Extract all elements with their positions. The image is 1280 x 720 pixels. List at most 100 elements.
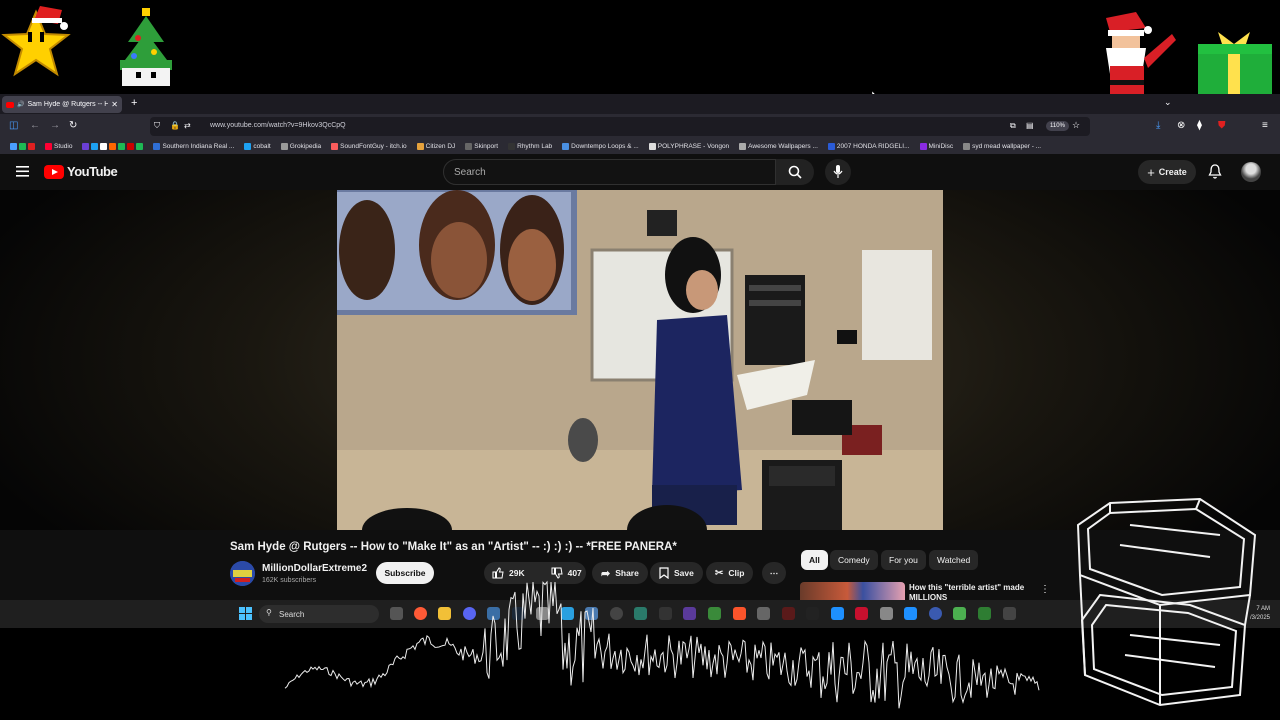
task-view-icon[interactable] xyxy=(390,607,403,620)
file-explorer-icon[interactable] xyxy=(438,607,451,620)
browser-tab[interactable]: 🔊 Sam Hyde @ Rutgers -- Ho ✕ xyxy=(2,96,122,113)
channel-name[interactable]: MillionDollarExtreme2 xyxy=(262,563,367,574)
zoom-level[interactable]: 110% xyxy=(1046,121,1069,131)
subscriber-count: 162K subscribers xyxy=(262,577,317,584)
chevron-down-icon[interactable]: ⌄ xyxy=(1164,97,1172,108)
close-tab-icon[interactable]: ✕ xyxy=(111,100,118,109)
bookmark-icons[interactable] xyxy=(78,143,147,150)
translate-icon[interactable]: ⧉ xyxy=(1010,121,1016,131)
forward-icon[interactable]: → xyxy=(50,120,60,131)
search-icon: ⚲ xyxy=(266,608,272,617)
voice-search-button[interactable] xyxy=(825,159,851,185)
thumbs-up-icon xyxy=(492,567,504,579)
bookmark-item[interactable]: Awesome Wallpapers ... xyxy=(735,143,822,150)
back-icon[interactable]: ← xyxy=(30,120,40,131)
chip-watched[interactable]: Watched xyxy=(929,550,979,570)
chip-comedy[interactable]: Comedy xyxy=(830,550,878,570)
taskbar-search[interactable]: ⚲ Search xyxy=(259,605,379,623)
app-icon[interactable] xyxy=(855,607,868,620)
app-icon[interactable] xyxy=(831,607,844,620)
app-icon[interactable] xyxy=(708,607,721,620)
app-icon[interactable] xyxy=(978,607,991,620)
new-tab-button[interactable]: + xyxy=(131,97,137,109)
bookmark-item[interactable]: Rhythm Lab xyxy=(504,143,556,150)
app-icon[interactable] xyxy=(1003,607,1016,620)
bookmark-item[interactable]: Skinport xyxy=(461,143,502,150)
app-icon[interactable] xyxy=(880,607,893,620)
app-icon[interactable] xyxy=(904,607,917,620)
shield-icon[interactable]: ⛉ xyxy=(154,121,160,131)
app-icon[interactable] xyxy=(929,607,942,620)
bookmark-item[interactable]: MiniDisc xyxy=(916,143,958,150)
app-icon[interactable] xyxy=(610,607,623,620)
subscribe-button[interactable]: Subscribe xyxy=(376,562,434,584)
brave-icon[interactable] xyxy=(733,607,746,620)
like-button[interactable]: 29K xyxy=(484,562,533,584)
firefox-icon[interactable] xyxy=(414,607,427,620)
user-avatar[interactable] xyxy=(1241,162,1261,182)
bookmark-icons[interactable] xyxy=(6,143,39,150)
search-input[interactable]: Search xyxy=(443,159,776,185)
share-button[interactable]: ➦ Share xyxy=(592,562,648,584)
app-icon[interactable] xyxy=(536,607,549,620)
bookmark-item[interactable]: Studio xyxy=(41,143,76,150)
hamburger-menu-icon[interactable] xyxy=(16,166,29,177)
youtube-logo[interactable]: YouTube xyxy=(44,164,118,179)
app-icon[interactable] xyxy=(782,607,795,620)
reader-view-icon[interactable]: ▤ xyxy=(1026,121,1034,130)
channel-avatar[interactable] xyxy=(230,561,255,586)
bookmark-item[interactable]: cobalt xyxy=(240,143,274,150)
chip-for-you[interactable]: For you xyxy=(881,550,926,570)
permissions-icon[interactable]: ⇄ xyxy=(184,121,191,130)
clip-button[interactable]: ✂ Clip xyxy=(706,562,754,584)
discord-icon[interactable] xyxy=(463,607,476,620)
bookmark-item[interactable]: syd mead wallpaper - ... xyxy=(959,143,1045,150)
bookmark-item[interactable]: 2007 HONDA RIDGELI... xyxy=(824,143,914,150)
app-icon[interactable] xyxy=(757,607,770,620)
notifications-bell-icon[interactable] xyxy=(1208,164,1222,180)
chip-all[interactable]: All xyxy=(801,550,828,570)
lock-icon[interactable]: 🔒 xyxy=(170,121,180,130)
app-icon[interactable] xyxy=(953,607,966,620)
app-icon[interactable] xyxy=(659,607,672,620)
scissors-icon: ✂ xyxy=(715,567,724,579)
ublock-icon[interactable]: ⛊ xyxy=(1218,120,1226,131)
bookmark-item[interactable]: Southern Indiana Real ... xyxy=(149,143,238,150)
youtube-header: YouTube Search + Create xyxy=(0,154,1280,190)
dislike-button[interactable]: 407 xyxy=(543,562,590,584)
search-placeholder: Search xyxy=(454,167,486,178)
windows-start-icon[interactable] xyxy=(239,607,252,620)
puzzle-icon[interactable]: ⧫ xyxy=(1197,120,1202,131)
url-text: www.youtube.com/watch?v=9Hkov3QcCpQ xyxy=(210,122,346,129)
extension-icon[interactable]: ⊗ xyxy=(1177,120,1185,131)
app-icon[interactable] xyxy=(683,607,696,620)
microphone-icon xyxy=(833,165,843,178)
create-button[interactable]: + Create xyxy=(1138,160,1196,184)
bookmark-item[interactable]: POLYPHRASE - Vongon xyxy=(645,143,733,150)
video-player[interactable] xyxy=(337,190,943,530)
bookmark-item[interactable]: Grokipedia xyxy=(277,143,325,150)
steam-icon[interactable] xyxy=(512,607,525,620)
more-actions-button[interactable]: ⋯ xyxy=(762,562,786,584)
menu-icon[interactable]: ≡ xyxy=(1262,120,1268,131)
sidebar-toggle-icon[interactable]: ◫ xyxy=(9,120,18,131)
downloads-icon[interactable]: ⤓ xyxy=(1156,120,1160,131)
speaker-icon[interactable]: 🔊 xyxy=(17,101,24,108)
recommended-title[interactable]: How this "terrible artist" made MILLIONS xyxy=(909,583,1034,600)
bookmark-item[interactable]: Downtempo Loops & ... xyxy=(558,143,643,150)
bookmark-item[interactable]: SoundFontGuy - itch.io xyxy=(327,143,410,150)
app-icon[interactable] xyxy=(585,607,598,620)
app-icon[interactable] xyxy=(806,607,819,620)
recommended-thumbnail[interactable] xyxy=(800,582,905,600)
save-button[interactable]: Save xyxy=(650,562,703,584)
search-button[interactable] xyxy=(776,159,814,185)
plus-icon: + xyxy=(1147,164,1155,180)
app-icon[interactable] xyxy=(487,607,500,620)
app-icon[interactable] xyxy=(561,607,574,620)
more-vertical-icon[interactable]: ⋮ xyxy=(1040,584,1050,595)
app-icon[interactable] xyxy=(634,607,647,620)
url-bar[interactable]: ⛉ 🔒 ⇄ www.youtube.com/watch?v=9Hkov3QcCp… xyxy=(150,117,1090,136)
bookmark-item[interactable]: Citizen DJ xyxy=(413,143,460,150)
reload-icon[interactable]: ↻ xyxy=(69,120,77,131)
bookmark-star-icon[interactable]: ☆ xyxy=(1072,120,1080,131)
